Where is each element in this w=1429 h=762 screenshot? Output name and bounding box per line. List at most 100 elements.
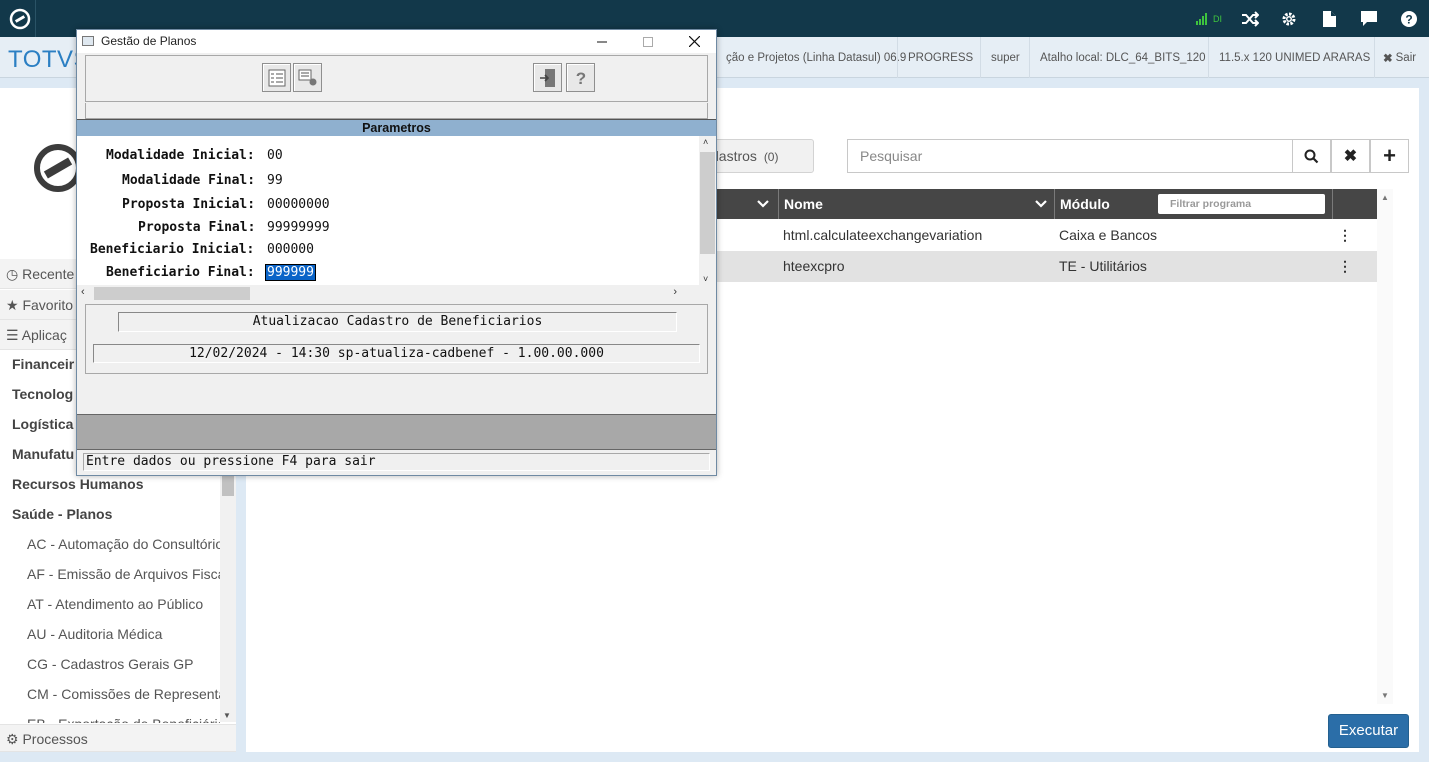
proposta-inicial-field[interactable]: 00000000 <box>267 197 330 212</box>
list-icon: ☰ <box>6 327 19 343</box>
help-icon[interactable]: ? <box>1389 0 1429 37</box>
signal-label: DI <box>1213 13 1222 24</box>
beneficiario-inicial-label: Beneficiario Inicial: <box>90 242 255 257</box>
proposta-inicial-label: Proposta Inicial: <box>122 197 256 212</box>
col-modulo[interactable]: Módulo <box>1060 189 1110 219</box>
nome-sort-chevron-icon[interactable] <box>1034 189 1048 219</box>
table-row[interactable]: html.calculateexchangevariation Caixa e … <box>700 220 1377 251</box>
nav-sub-at[interactable]: AT - Atendimento ao Público <box>0 589 220 619</box>
scroll-down-icon[interactable]: ▼ <box>1381 691 1389 700</box>
nav-recentes-label: Recente <box>22 266 75 282</box>
cadastros-label: dastros <box>711 148 757 164</box>
signal-status-icon[interactable]: DI <box>1190 0 1228 37</box>
nav-favoritos-label: Favorito <box>22 297 74 313</box>
menu-logo-icon[interactable] <box>0 0 40 37</box>
params-hscroll-thumb[interactable] <box>94 287 250 300</box>
document-icon[interactable] <box>1309 0 1349 37</box>
dialog-title-bar[interactable]: Gestão de Planos <box>77 30 716 53</box>
cadastros-button[interactable]: dastros (0) <box>700 139 814 173</box>
exit-label: Sair <box>1395 51 1417 64</box>
gear-icon: ⚙ <box>6 731 19 747</box>
search-input[interactable]: Pesquisar <box>847 139 1293 173</box>
dialog-toolbar: ? <box>85 55 708 102</box>
modalidade-final-field[interactable]: 99 <box>267 173 283 188</box>
close-icon: ✖ <box>1383 52 1393 65</box>
scroll-down-icon[interactable]: ▼ <box>223 711 231 720</box>
modalidade-final-label: Modalidade Final: <box>122 173 256 188</box>
totvs-logo-icon <box>34 144 82 195</box>
nav-sub-cm[interactable]: CM - Comissões de Representantes <box>0 679 220 709</box>
shuffle-icon[interactable] <box>1230 0 1270 37</box>
nav-scroll-thumb[interactable] <box>222 474 234 496</box>
row-modulo: TE - Utilitários <box>1059 258 1147 274</box>
plus-icon: + <box>1383 143 1396 168</box>
nav-sub-cg[interactable]: CG - Cadastros Gerais GP <box>0 649 220 679</box>
modalidade-inicial-label: Modalidade Inicial: <box>106 148 255 163</box>
col-nome[interactable]: Nome <box>784 189 823 219</box>
minimize-button[interactable] <box>579 30 625 53</box>
svg-text:?: ? <box>575 69 585 88</box>
row-nome: html.calculateexchangevariation <box>783 227 983 243</box>
clear-search-button[interactable]: ✖ <box>1331 139 1370 173</box>
nav-sub-au[interactable]: AU - Auditoria Médica <box>0 619 220 649</box>
nav-processos[interactable]: ⚙ Processos <box>0 724 236 752</box>
nav-cat-saude[interactable]: Saúde - Planos <box>0 499 236 529</box>
row-modulo: Caixa e Bancos <box>1059 227 1158 243</box>
params-header: Parametros <box>77 119 716 136</box>
params-hscroll[interactable]: ‹ › <box>77 285 699 302</box>
status-message: Entre dados ou pressione F4 para sair <box>83 453 710 471</box>
clock-icon: ◷ <box>6 266 19 282</box>
dialog-title: Gestão de Planos <box>101 34 197 48</box>
svg-text:?: ? <box>1405 12 1412 26</box>
kebab-menu-icon[interactable]: ⋮ <box>1338 251 1352 282</box>
process-status-box: Atualizacao Cadastro de Beneficiarios 12… <box>85 304 708 374</box>
nav-sub-ac[interactable]: AC - Automação do Consultório <box>0 529 220 559</box>
nav-sub-eb[interactable]: EB - Exportação de Beneficiários <box>0 709 220 723</box>
modalidade-inicial-field[interactable]: 00 <box>267 148 283 163</box>
proposta-final-label: Proposta Final: <box>138 220 256 235</box>
search-button[interactable] <box>1292 139 1331 173</box>
nav-scrollbar[interactable]: ▼ <box>220 474 236 722</box>
beneficiario-final-field[interactable]: 999999 <box>265 264 316 281</box>
exit-door-icon[interactable] <box>533 63 562 92</box>
proposta-final-field[interactable]: 99999999 <box>267 220 330 235</box>
settings-list-icon[interactable] <box>293 63 322 92</box>
beneficiario-inicial-field[interactable]: 000000 <box>267 242 314 257</box>
scroll-down-icon[interactable]: ˅ <box>703 274 708 284</box>
nav-sub-af[interactable]: AF - Emissão de Arquivos Fiscais <box>0 559 220 589</box>
star-icon: ★ <box>6 297 19 313</box>
scroll-up-icon[interactable]: ˄ <box>703 137 708 147</box>
table-row[interactable]: hteexcpro TE - Utilitários ⋮ <box>700 251 1377 282</box>
sort-chevron-icon[interactable] <box>756 189 770 219</box>
close-button[interactable] <box>671 30 717 53</box>
gear-icon[interactable] <box>1269 0 1309 37</box>
maximize-button[interactable] <box>625 30 671 53</box>
add-button[interactable]: + <box>1370 139 1409 173</box>
table-header: Nome Módulo Filtrar programa <box>700 189 1377 219</box>
kebab-menu-icon[interactable]: ⋮ <box>1338 220 1352 251</box>
exit-button[interactable]: ✖ Sair <box>1374 37 1429 78</box>
table-scrollbar[interactable]: ▲ ▼ <box>1377 189 1393 704</box>
row-nome: hteexcpro <box>783 258 845 274</box>
company-info: 11.5.x 120 UNIMED ARARAS <box>1208 37 1380 78</box>
params-panel: Modalidade Inicial: 00 Modalidade Final:… <box>77 136 716 302</box>
filter-input[interactable]: Filtrar programa <box>1158 194 1325 214</box>
cadastros-count: (0) <box>763 150 779 164</box>
gestao-planos-dialog: Gestão de Planos ? Parametros Modalidade… <box>76 29 717 476</box>
chat-icon[interactable] <box>1349 0 1389 37</box>
dialog-separator <box>77 414 716 450</box>
help-icon[interactable]: ? <box>566 63 595 92</box>
clear-icon: ✖ <box>1343 148 1358 165</box>
beneficiario-final-label: Beneficiario Final: <box>106 265 255 280</box>
checklist-icon[interactable] <box>262 63 291 92</box>
shortcut-info: Atalho local: DLC_64_BITS_120 <box>1029 37 1216 78</box>
scroll-left-icon[interactable]: ‹ <box>81 286 85 298</box>
nav-aplicacoes-label: Aplicaç <box>21 327 67 343</box>
product-info: ção e Projetos (Linha Datasul) 06.9 <box>726 51 907 64</box>
scroll-up-icon[interactable]: ▲ <box>1381 193 1389 202</box>
scroll-right-icon[interactable]: › <box>673 286 677 298</box>
execute-button[interactable]: Executar <box>1328 714 1409 748</box>
params-vscroll-thumb[interactable] <box>700 152 715 254</box>
params-vscroll[interactable]: ˄ ˅ <box>699 136 716 285</box>
search-icon <box>1304 149 1319 163</box>
